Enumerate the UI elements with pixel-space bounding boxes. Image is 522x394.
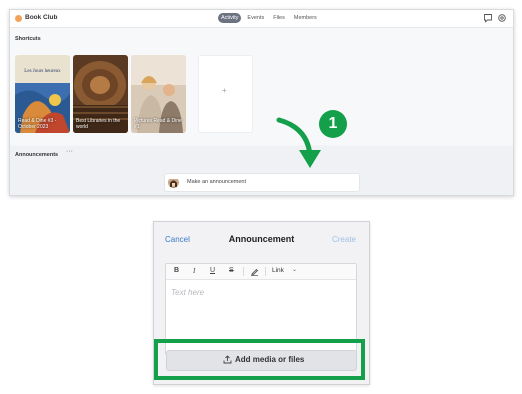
plus-icon: + <box>222 86 227 95</box>
shortcut-card-caption: Best Libraries in the world <box>76 118 121 130</box>
top-bar: Book Club Activity Events Files Members <box>10 10 513 28</box>
chat-icon[interactable] <box>483 13 493 23</box>
strikethrough-button[interactable]: S <box>229 267 234 274</box>
create-button[interactable]: Create <box>332 235 356 244</box>
shortcut-card-caption: Read & Dine #3 - October 2023 <box>18 118 57 130</box>
shortcut-card-read-dine-3[interactable]: Les Jours heureux Read & Dine #3 - Octob… <box>15 55 70 133</box>
avatar <box>168 177 179 188</box>
announcement-placeholder: Make an announcement <box>187 179 247 185</box>
highlighter-icon[interactable] <box>250 267 259 276</box>
announcements-title: Announcements <box>15 152 59 158</box>
shortcut-card-libraries[interactable]: Best Libraries in the world <box>73 55 128 133</box>
upload-icon <box>223 355 232 364</box>
step-number: 1 <box>328 115 338 132</box>
shortcut-card-caption: Pictures Read & Dine #1 <box>134 118 182 130</box>
book-club-app-window: Book Club Activity Events Files Members … <box>9 9 514 196</box>
add-media-label: Add media or files <box>235 355 305 364</box>
bold-button[interactable]: B <box>174 267 179 274</box>
group-avatar <box>15 15 22 22</box>
make-announcement-input[interactable]: Make an announcement <box>164 173 360 192</box>
tab-events[interactable]: Events <box>244 13 267 23</box>
italic-button[interactable]: I <box>193 267 195 275</box>
tab-members[interactable]: Members <box>291 13 320 23</box>
tab-activity[interactable]: Activity <box>218 13 242 23</box>
chevron-down-icon: ⌄ <box>292 267 298 273</box>
link-dropdown[interactable]: Link <box>272 267 284 274</box>
add-media-button[interactable]: Add media or files <box>166 350 357 371</box>
shortcut-card-pictures[interactable]: Pictures Read & Dine #1 <box>131 55 186 133</box>
add-shortcut-card[interactable]: + <box>198 55 253 133</box>
more-options-icon[interactable]: ··· <box>66 148 73 155</box>
composer-header: Cancel Announcement Create <box>154 222 369 254</box>
toolbar-divider <box>265 267 266 276</box>
book-cover-title: Les Jours heureux <box>24 69 61 74</box>
tab-bar: Activity Events Files Members <box>218 13 320 23</box>
formatting-toolbar: B I U S Link ⌄ <box>166 264 356 280</box>
tab-files[interactable]: Files <box>270 13 288 23</box>
toolbar-divider <box>243 267 244 276</box>
underline-button[interactable]: U <box>210 267 215 274</box>
text-placeholder: Text here <box>171 288 205 297</box>
shortcuts-title: Shortcuts <box>15 36 41 42</box>
settings-icon[interactable] <box>497 13 507 23</box>
group-name: Book Club <box>25 14 58 21</box>
